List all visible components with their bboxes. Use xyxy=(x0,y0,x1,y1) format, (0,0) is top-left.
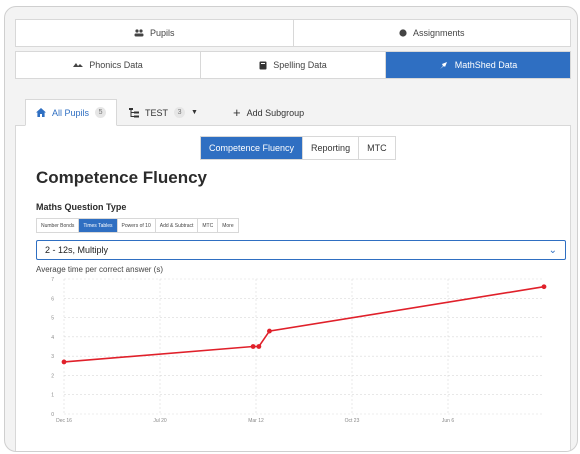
y-tick-label: 1 xyxy=(51,393,54,399)
qtype-more[interactable]: More xyxy=(217,219,237,232)
qtype-mtc[interactable]: MTC xyxy=(197,219,217,232)
add-subgroup-label: Add Subgroup xyxy=(246,107,305,118)
tab-reporting[interactable]: Reporting xyxy=(302,137,358,159)
home-icon xyxy=(36,108,46,117)
x-tick-label: Oct 23 xyxy=(345,418,360,424)
page-title: Competence Fluency xyxy=(36,168,207,187)
pupils-icon xyxy=(134,29,144,37)
data-point xyxy=(267,328,272,334)
data-point xyxy=(61,359,67,365)
spelling-icon xyxy=(259,61,267,69)
question-select[interactable]: 2 - 12s, Multiply ⌄ xyxy=(36,240,566,260)
data-point xyxy=(541,284,547,290)
test-label: TEST xyxy=(145,107,169,118)
y-tick-label: 6 xyxy=(51,296,54,302)
phonics-icon xyxy=(73,63,84,67)
fluency-line-chart: 0 1 2 3 4 5 6 7 Dec 16 Jul 20 Mar 12 Oct 23 Jun 6 xyxy=(51,277,547,424)
test-count: 3 xyxy=(174,107,186,118)
y-tick-label: 2 xyxy=(51,373,54,379)
chart-y-axis-label: Average time per correct answer (s) xyxy=(36,265,164,274)
question-type-tabs: Number Bonds Times Tables Powers of 10 A… xyxy=(36,218,239,233)
tab-mtc[interactable]: MTC xyxy=(358,137,395,159)
subgroup-icon xyxy=(129,107,139,117)
y-tick-label: 5 xyxy=(51,316,54,322)
question-select-value: 2 - 12s, Multiply xyxy=(45,245,109,255)
x-tick-label: Mar 12 xyxy=(248,418,264,424)
qtype-number-bonds[interactable]: Number Bonds xyxy=(37,219,78,232)
tab-spelling-label: Spelling Data xyxy=(273,60,327,70)
chevron-down-icon: ⌄ xyxy=(548,244,557,256)
tab-test-subgroup[interactable]: TEST 3 ▼ xyxy=(119,99,208,126)
top-tab-bar: Pupils Assignments xyxy=(15,19,571,47)
x-tick-label: Dec 16 xyxy=(56,418,72,424)
tab-pupils-label: Pupils xyxy=(149,28,175,38)
qtype-times-tables[interactable]: Times Tables xyxy=(78,219,117,232)
assignments-icon xyxy=(399,29,407,37)
tab-all-pupils[interactable]: All Pupils 5 xyxy=(25,99,118,126)
x-tick-label: Jul 20 xyxy=(153,418,167,424)
x-tick-label: Jun 6 xyxy=(442,418,454,424)
mathshed-icon xyxy=(439,61,447,69)
view-switcher: Competence Fluency Reporting MTC xyxy=(200,136,396,160)
data-point xyxy=(250,344,256,349)
tab-spelling-data[interactable]: Spelling Data xyxy=(200,52,385,78)
qtype-add-subtract[interactable]: Add & Subtract xyxy=(154,219,198,232)
tab-phonics-label: Phonics Data xyxy=(89,60,143,70)
all-pupils-label: All Pupils xyxy=(52,107,90,118)
y-tick-label: 7 xyxy=(51,277,54,283)
y-tick-label: 3 xyxy=(51,354,54,360)
qtype-powers-of-10[interactable]: Powers of 10 xyxy=(116,219,155,232)
data-point xyxy=(256,344,262,349)
plus-icon: + xyxy=(233,105,241,120)
question-type-heading: Maths Question Type xyxy=(36,202,127,212)
all-pupils-count: 5 xyxy=(95,107,107,118)
tab-mathshed-label: MathShed Data xyxy=(454,60,518,70)
caret-down-icon[interactable]: ▼ xyxy=(191,109,198,116)
tab-competence-fluency[interactable]: Competence Fluency xyxy=(201,137,303,159)
main-panel: Competence Fluency Reporting MTC Compete… xyxy=(15,125,571,451)
tab-assignments-label: Assignments xyxy=(412,28,465,38)
tab-phonics-data[interactable]: Phonics Data xyxy=(16,52,200,78)
data-tab-bar: Phonics Data Spelling Data MathShed Data xyxy=(15,51,571,79)
app-frame: Pupils Assignments Phonics Data Spelling… xyxy=(4,6,578,452)
tab-pupils[interactable]: Pupils xyxy=(16,20,293,46)
y-tick-label: 0 xyxy=(51,412,54,418)
add-subgroup-button[interactable]: + Add Subgroup xyxy=(223,99,314,126)
tab-mathshed-data[interactable]: MathShed Data xyxy=(385,52,570,78)
y-tick-label: 4 xyxy=(51,335,54,341)
tab-assignments[interactable]: Assignments xyxy=(292,20,571,46)
